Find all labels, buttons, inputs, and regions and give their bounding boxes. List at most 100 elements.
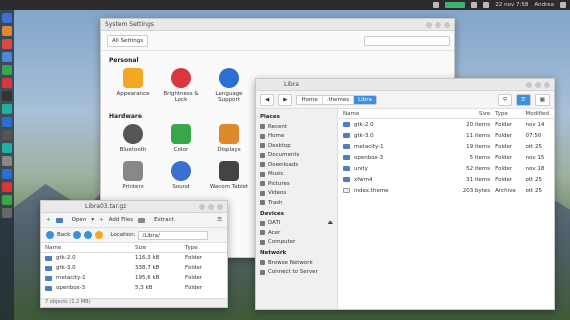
mail-icon[interactable] [433, 2, 440, 8]
table-row[interactable]: openbox-3 5,3 kB Folder [41, 283, 227, 293]
table-row[interactable]: metacity-1 195,6 kB Folder [41, 273, 227, 283]
table-row[interactable]: unity 52 items Folder nov 18 [339, 163, 554, 174]
folder-icon [343, 133, 350, 138]
launcher-browser-icon[interactable] [2, 26, 12, 36]
launcher-app-icon[interactable] [2, 182, 12, 192]
sidebar-item-connect-server[interactable]: Connect to Server [260, 268, 333, 278]
breadcrumb-home[interactable]: Home [297, 95, 323, 104]
column-size[interactable]: Size [135, 245, 185, 251]
appearance-item[interactable]: Appearance [111, 68, 155, 103]
maximize-button[interactable] [435, 22, 441, 28]
close-button[interactable] [544, 82, 550, 88]
open-button[interactable]: Open [72, 217, 87, 223]
table-row[interactable]: metacity-1 19 items Folder ott 25 [339, 141, 554, 152]
sidebar-item-browse-network[interactable]: Browse Network [260, 258, 333, 268]
extract-button[interactable]: Extract [154, 217, 174, 223]
minimize-button[interactable] [426, 22, 432, 28]
wacom-tablet-item[interactable]: Wacom Tablet [207, 161, 251, 190]
launcher-app-icon[interactable] [2, 156, 12, 166]
column-size[interactable]: Size [447, 111, 495, 117]
launcher-home-icon[interactable] [2, 13, 12, 23]
sidebar-item-trash[interactable]: Trash [260, 198, 333, 208]
printers-item[interactable]: Printers [111, 161, 155, 190]
launcher-app-icon[interactable] [2, 169, 12, 179]
launcher-files-icon[interactable] [2, 52, 12, 62]
maximize-button[interactable] [208, 204, 214, 210]
bluetooth-icon [123, 124, 143, 144]
table-row[interactable]: index.theme 203 bytes Archive ott 25 [339, 185, 554, 196]
launcher-app-icon[interactable] [2, 104, 12, 114]
back-button[interactable]: Back [57, 232, 70, 238]
launcher-app-icon[interactable] [2, 143, 12, 153]
sound-item[interactable]: Sound [159, 161, 203, 190]
table-row[interactable]: gtk-3.0 11 items Folder 07:50 [339, 130, 554, 141]
displays-item[interactable]: Displays [207, 124, 251, 153]
back-button[interactable]: ◀ [260, 93, 275, 106]
sidebar-item-documents[interactable]: Documents [260, 151, 333, 161]
color-item[interactable]: Color [159, 124, 203, 153]
previous-icon[interactable] [73, 231, 82, 239]
breadcrumb-libra[interactable]: Libra [354, 95, 376, 104]
close-button[interactable] [444, 22, 450, 28]
open-dropdown-icon[interactable]: ▾ [91, 217, 94, 223]
language-support-item[interactable]: Language Support [207, 68, 251, 103]
column-type[interactable]: Type [185, 245, 215, 251]
home-icon[interactable] [95, 231, 104, 239]
column-modified[interactable]: Modified [526, 111, 554, 117]
maximize-button[interactable] [535, 82, 541, 88]
list-view-icon[interactable]: ☰ [515, 93, 531, 106]
settings-titlebar[interactable]: System Settings [101, 19, 454, 31]
forward-button[interactable]: ▶ [278, 93, 293, 106]
launcher-app-icon[interactable] [2, 117, 12, 127]
sidebar-item-music[interactable]: Music [260, 170, 333, 180]
volume-icon[interactable] [483, 2, 490, 8]
brightness-lock-item[interactable]: Brightness & Lock [159, 68, 203, 103]
up-icon[interactable] [84, 231, 93, 239]
sidebar-item-acer[interactable]: Acer [260, 228, 333, 238]
location-input[interactable]: /Libra/ [138, 230, 209, 240]
column-type[interactable]: Type [495, 111, 525, 117]
close-button[interactable] [217, 204, 223, 210]
clock[interactable]: 22 nov 7:58 [495, 2, 528, 8]
new-archive-icon[interactable]: + [46, 217, 51, 223]
launcher-app-icon[interactable] [2, 78, 12, 88]
table-row[interactable]: xfwm4 31 items Folder ott 25 [339, 174, 554, 185]
search-icon[interactable]: ⚲ [497, 93, 512, 106]
power-icon[interactable] [560, 2, 566, 8]
sidebar-item-pictures[interactable]: Pictures [260, 179, 333, 189]
bluetooth-item[interactable]: Bluetooth [111, 124, 155, 153]
sidebar-item-computer[interactable]: Computer [260, 238, 333, 248]
grid-view-icon[interactable]: ▦ [534, 93, 550, 106]
sidebar-item-home[interactable]: Home [260, 132, 333, 142]
column-name[interactable]: Name [343, 111, 447, 117]
settings-search-input[interactable] [364, 36, 450, 46]
eject-icon[interactable]: ⏏ [328, 220, 333, 226]
wifi-icon[interactable] [471, 2, 478, 8]
sidebar-item-downloads[interactable]: Downloads [260, 160, 333, 170]
minimize-button[interactable] [199, 204, 205, 210]
sidebar-item-recent[interactable]: Recent [260, 122, 333, 132]
menu-icon[interactable]: ☰ [217, 217, 222, 223]
sidebar-item-desktop[interactable]: Desktop [260, 141, 333, 151]
launcher-app-icon[interactable] [2, 130, 12, 140]
table-row[interactable]: gtk-3.0 338,7 kB Folder [41, 263, 227, 273]
all-settings-button[interactable]: All Settings [107, 34, 149, 47]
sidebar-item-dati[interactable]: DATI ⏏ [260, 219, 333, 229]
launcher-chrome-icon[interactable] [2, 39, 12, 49]
trash-icon[interactable] [2, 208, 12, 218]
launcher-app-icon[interactable] [2, 195, 12, 205]
archive-titlebar[interactable]: Libra03.tar.gz [41, 201, 227, 213]
breadcrumb-themes[interactable]: .themes [322, 95, 355, 104]
launcher-drive-icon[interactable] [2, 65, 12, 75]
launcher-terminal-icon[interactable] [2, 91, 12, 101]
sidebar-item-videos[interactable]: Videos [260, 189, 333, 199]
minimize-button[interactable] [526, 82, 532, 88]
add-files-button[interactable]: Add Files [109, 217, 133, 223]
table-row[interactable]: openbox-3 5 items Folder nov 15 [339, 152, 554, 163]
user-name[interactable]: Andrea [534, 2, 554, 8]
column-name[interactable]: Name [45, 245, 135, 251]
files-titlebar[interactable]: Libra [256, 79, 554, 91]
table-row[interactable]: gtk-2.0 116,3 kB Folder [41, 253, 227, 263]
battery-indicator[interactable] [445, 2, 466, 8]
table-row[interactable]: gtk-2.0 20 items Folder nov 14 [339, 119, 554, 130]
